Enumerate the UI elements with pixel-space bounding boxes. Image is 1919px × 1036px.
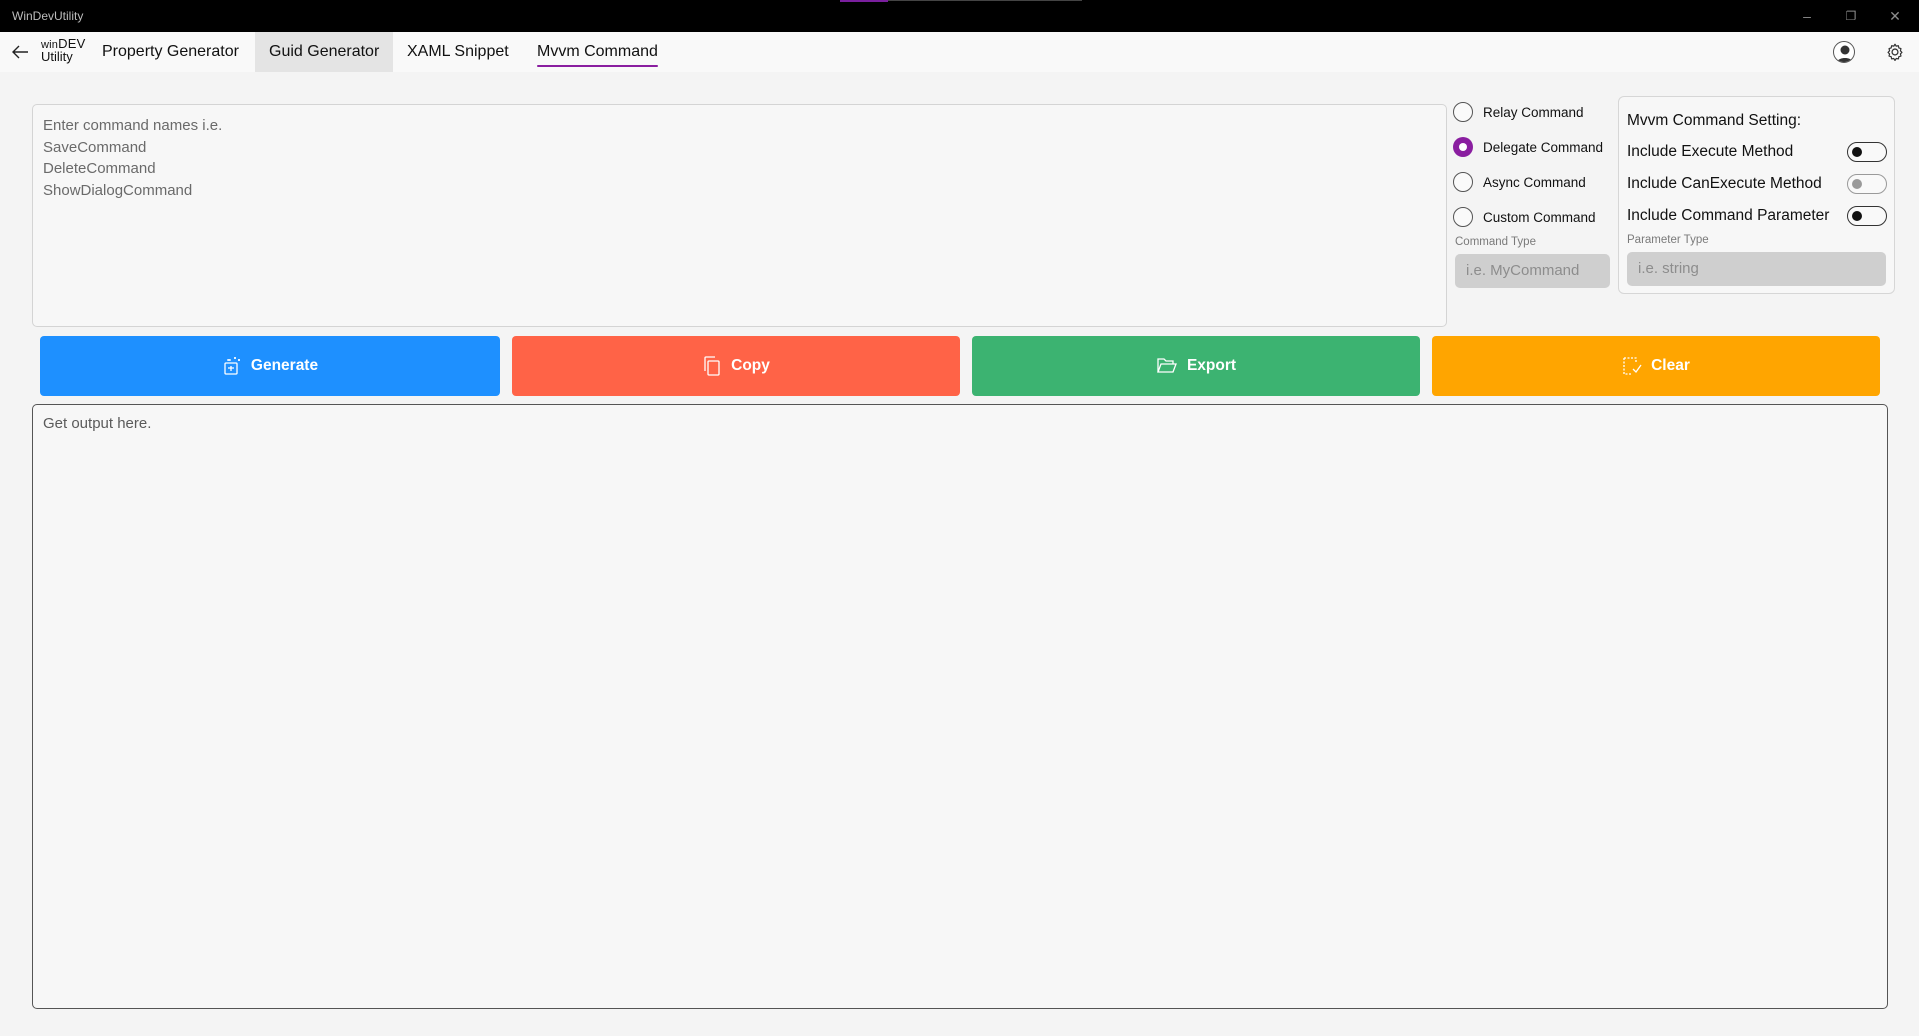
settings-panel: Mvvm Command Setting: Include Execute Me… [1618,96,1895,294]
tab-mvvm-command[interactable]: Mvvm Command [523,32,672,72]
radio-circle[interactable] [1453,102,1473,122]
nav-bar: winDEV Utility Property Generator Guid G… [0,32,1919,72]
clear-icon [1623,357,1642,375]
magic-wand-icon [224,357,240,375]
command-names-input[interactable]: Enter command names i.e. SaveCommand Del… [32,104,1447,327]
tab-label: XAML Snippet [407,43,509,60]
export-button[interactable]: Export [972,336,1420,396]
tab-xaml-snippet[interactable]: XAML Snippet [393,32,523,72]
tab-guid-generator[interactable]: Guid Generator [255,32,394,72]
placeholder-line: DeleteCommand [43,160,156,177]
clear-label: Clear [1651,357,1690,374]
radio-label: Delegate Command [1483,139,1604,155]
copy-button[interactable]: Copy [512,336,960,396]
placeholder-line: ShowDialogCommand [43,181,193,199]
active-tab-indicator [537,65,658,67]
settings-heading: Mvvm Command Setting: [1627,112,1801,129]
toggle-execute-method[interactable] [1847,142,1887,162]
minimize-button[interactable]: – [1792,6,1822,26]
restore-button[interactable]: ❐ [1836,6,1866,26]
setting-parameter-label: Include Command Parameter [1627,207,1830,224]
radio-circle-checked[interactable] [1453,137,1473,157]
title-bar: WinDevUtility – ❐ ✕ [0,0,1919,32]
back-arrow-icon [12,45,28,59]
gear-icon [1887,43,1903,62]
command-type-label: Command Type [1455,236,1536,248]
tab-label: Guid Generator [269,43,380,60]
output-area[interactable]: Get output here. [32,404,1888,1009]
setting-execute-label: Include Execute Method [1627,143,1794,160]
output-placeholder: Get output here. [43,415,152,432]
radio-label: Custom Command [1483,209,1596,225]
placeholder-line: SaveCommand [43,138,147,156]
radio-label: Relay Command [1483,104,1584,120]
generate-label: Generate [250,357,319,374]
toggle-canexecute-method[interactable] [1847,174,1887,194]
settings-button[interactable] [1884,41,1906,63]
title-accent [840,0,888,2]
setting-canexecute-label: Include CanExecute Method [1627,175,1822,192]
avatar[interactable] [1833,41,1855,63]
copy-icon [704,356,720,376]
tab-label: Mvvm Command [537,43,658,60]
export-label: Export [1186,357,1237,374]
app-logo: winDEV Utility [41,37,85,67]
placeholder-line: Enter command names i.e. [43,117,223,134]
back-button[interactable] [8,40,32,64]
title-divider [888,0,1082,1]
toggle-command-parameter[interactable] [1847,206,1887,226]
command-type-input[interactable]: i.e. MyCommand [1455,254,1610,288]
radio-relay-command[interactable]: Relay Command [1453,100,1584,124]
radio-circle[interactable] [1453,207,1473,227]
clear-button[interactable]: Clear [1432,336,1880,396]
window-title: WinDevUtility [12,9,84,23]
copy-label: Copy [731,357,770,374]
generate-button[interactable]: Generate [40,336,500,396]
radio-async-command[interactable]: Async Command [1453,170,1586,194]
radio-custom-command[interactable]: Custom Command [1453,205,1596,229]
user-icon [1836,45,1854,62]
tab-property-generator[interactable]: Property Generator [88,32,253,72]
radio-label: Async Command [1483,174,1586,190]
parameter-type-input[interactable]: i.e. string [1627,252,1886,286]
radio-delegate-command[interactable]: Delegate Command [1453,135,1603,159]
radio-circle[interactable] [1453,172,1473,192]
logo-utility: Utility [41,49,73,64]
folder-open-icon [1157,358,1177,373]
close-button[interactable]: ✕ [1880,6,1910,26]
tab-label: Property Generator [102,43,239,60]
parameter-type-label: Parameter Type [1627,234,1709,246]
